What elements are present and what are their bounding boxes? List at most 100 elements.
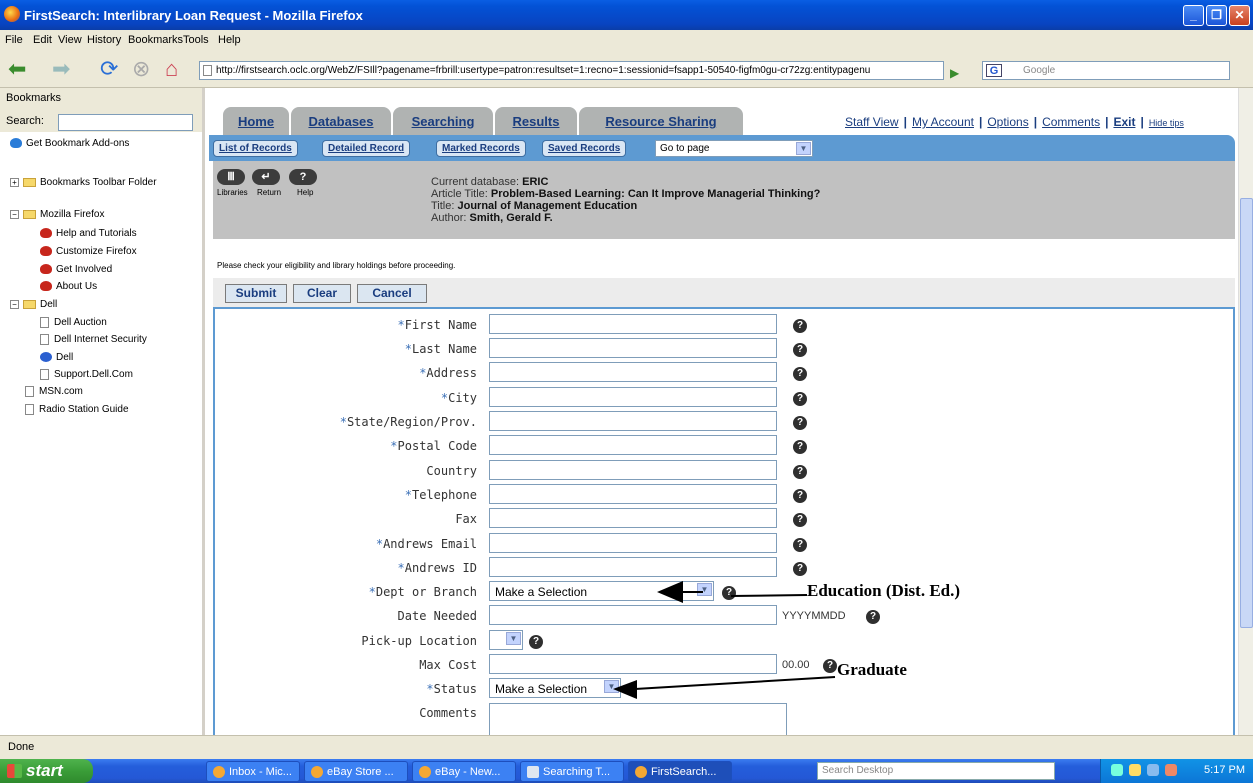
- bookmark-label: Support.Dell.Com: [54, 369, 133, 381]
- firefox-icon: [311, 766, 323, 779]
- page-icon: [40, 334, 49, 345]
- bookmark-label: MSN.com: [39, 386, 83, 398]
- taskbar: start Inbox - Mic... eBay Store ... eBay…: [0, 759, 1253, 783]
- collapse-icon: −: [10, 209, 19, 219]
- bookmark-icon: [40, 228, 52, 239]
- bookmark-label: Dell Auction: [54, 317, 107, 329]
- firefox-icon: [419, 766, 431, 779]
- bookmark-folder[interactable]: − Dell: [10, 299, 57, 310]
- bookmark-item[interactable]: Get Bookmark Add-ons: [10, 138, 129, 149]
- vertical-scrollbar[interactable]: [1238, 88, 1253, 735]
- windows-flag-icon: [7, 764, 22, 778]
- bookmark-item[interactable]: Dell: [40, 352, 73, 363]
- menu-edit[interactable]: Edit: [33, 34, 52, 46]
- arrow-line: [730, 594, 808, 597]
- close-button[interactable]: ✕: [1229, 5, 1250, 26]
- forward-icon[interactable]: ➡: [52, 58, 70, 80]
- firefox-window: FirstSearch: Interlibrary Loan Request -…: [0, 0, 1253, 759]
- bookmark-label: Customize Firefox: [56, 246, 137, 257]
- dept-annotation: Education (Dist. Ed.): [807, 581, 961, 600]
- start-button[interactable]: start: [0, 759, 93, 783]
- bookmark-label: Get Involved: [56, 264, 113, 275]
- reload-icon[interactable]: ⟳: [100, 58, 118, 80]
- back-icon[interactable]: ⬅: [8, 58, 26, 80]
- page-icon: [25, 386, 34, 397]
- app-icon: [213, 766, 225, 779]
- taskbar-button-ebay-new[interactable]: eBay - New...: [412, 761, 516, 782]
- taskbar-button-inbox[interactable]: Inbox - Mic...: [206, 761, 300, 782]
- arrow-line: [634, 676, 836, 690]
- addons-icon: [10, 138, 22, 149]
- bookmark-label: Dell: [40, 299, 58, 310]
- page-content: Home Databases Searching Results Resourc…: [205, 88, 1238, 735]
- arrow-head: [657, 581, 683, 603]
- sidebar-search-label: Search:: [6, 115, 44, 127]
- scrollbar-thumb[interactable]: [1240, 198, 1253, 628]
- home-icon[interactable]: ⌂: [165, 58, 178, 80]
- bookmark-folder[interactable]: − Mozilla Firefox: [10, 209, 104, 220]
- title-bar: FirstSearch: Interlibrary Loan Request -…: [0, 0, 1253, 30]
- sidebar-search: Search:: [0, 108, 202, 132]
- bookmark-item[interactable]: Get Involved: [40, 264, 112, 275]
- dell-icon: [40, 352, 52, 363]
- sidebar-title: Bookmarks: [6, 92, 62, 104]
- expand-icon: +: [10, 177, 19, 187]
- tray-icon[interactable]: [1129, 764, 1141, 776]
- bookmark-item[interactable]: Dell Auction: [40, 317, 107, 328]
- google-icon: G: [986, 64, 1002, 77]
- bookmark-label: Dell Internet Security: [54, 334, 147, 346]
- bookmark-item[interactable]: Help and Tutorials: [40, 228, 137, 239]
- bookmark-label: Help and Tutorials: [56, 228, 137, 239]
- sidebar-search-input[interactable]: [58, 114, 193, 131]
- menu-bookmarks[interactable]: Bookmarks: [128, 34, 183, 46]
- document-icon: [527, 766, 539, 779]
- bookmark-item[interactable]: Dell Internet Security: [40, 334, 147, 345]
- stop-icon[interactable]: ⊗: [132, 58, 150, 80]
- page-icon: [25, 404, 34, 415]
- page-icon: [40, 317, 49, 328]
- firefox-icon: [635, 766, 647, 779]
- status-bar: Done: [0, 735, 1253, 759]
- tray-icon[interactable]: [1165, 764, 1177, 776]
- folder-icon: [23, 177, 36, 187]
- bookmark-item[interactable]: MSN.com: [25, 386, 83, 397]
- bookmark-label: Bookmarks Toolbar Folder: [40, 177, 157, 188]
- minimize-button[interactable]: _: [1183, 5, 1204, 26]
- firefox-logo-icon: [4, 6, 20, 22]
- search-placeholder: Google: [1023, 65, 1056, 76]
- bookmark-item[interactable]: Radio Station Guide: [25, 404, 129, 415]
- taskbar-button-firstsearch[interactable]: FirstSearch...: [628, 761, 732, 782]
- bookmarks-sidebar: Bookmarks Search: Get Bookmark Add-ons +…: [0, 88, 205, 735]
- annotation-arrows: [613, 581, 836, 699]
- taskbar-button-ebay-store[interactable]: eBay Store ...: [304, 761, 408, 782]
- menu-file[interactable]: File: [5, 34, 23, 46]
- menu-view[interactable]: View: [58, 34, 82, 46]
- menu-history[interactable]: History: [87, 34, 121, 46]
- bookmark-folder[interactable]: + Bookmarks Toolbar Folder: [10, 177, 157, 188]
- clock: 5:17 PM: [1204, 764, 1245, 776]
- bookmark-label: About Us: [56, 281, 98, 292]
- menu-tools[interactable]: Tools: [183, 34, 209, 46]
- tray-icon[interactable]: [1111, 764, 1123, 776]
- page-icon: [40, 369, 49, 380]
- menu-help[interactable]: Help: [218, 34, 241, 46]
- arrow-head: [613, 680, 637, 699]
- page-icon: [203, 65, 212, 76]
- search-bar[interactable]: G Google: [982, 61, 1230, 80]
- bookmark-item[interactable]: Customize Firefox: [40, 246, 137, 257]
- taskbar-button-searching[interactable]: Searching T...: [520, 761, 624, 782]
- desktop-search-input[interactable]: Search Desktop: [817, 762, 1055, 780]
- bookmark-item[interactable]: Support.Dell.Com: [40, 369, 133, 380]
- tray-icon[interactable]: [1147, 764, 1159, 776]
- folder-icon: [23, 299, 36, 309]
- url-text: http://firstsearch.oclc.org/WebZ/FSIll?p…: [216, 65, 871, 76]
- bookmark-item[interactable]: About Us: [40, 281, 97, 292]
- bookmark-label: Get Bookmark Add-ons: [26, 138, 130, 149]
- maximize-button[interactable]: ❐: [1206, 5, 1227, 26]
- go-icon[interactable]: ▶: [950, 62, 959, 84]
- collapse-icon: −: [10, 299, 19, 309]
- url-bar[interactable]: http://firstsearch.oclc.org/WebZ/FSIll?p…: [199, 61, 944, 80]
- system-tray: 5:17 PM: [1100, 759, 1253, 783]
- sidebar-header: Bookmarks: [0, 88, 202, 108]
- bookmark-icon: [40, 264, 52, 275]
